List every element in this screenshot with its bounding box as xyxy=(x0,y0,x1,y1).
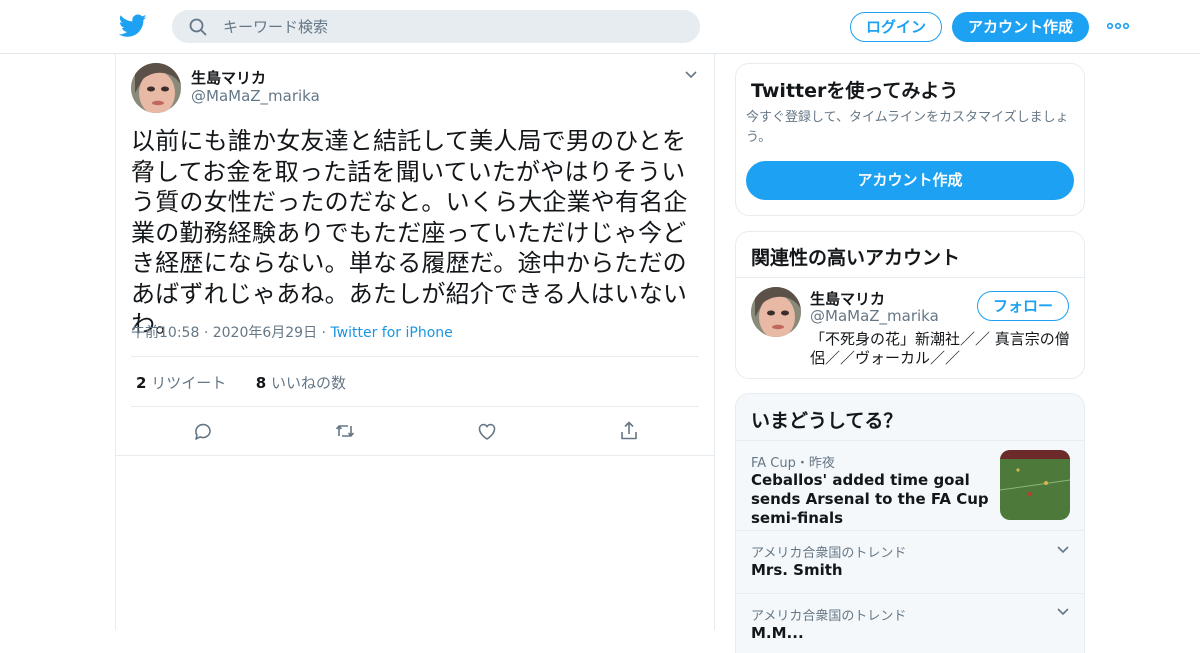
more-options-icon[interactable] xyxy=(1107,22,1129,30)
chevron-down-icon[interactable] xyxy=(1056,545,1070,555)
retweet-count: 2 xyxy=(136,374,147,392)
trend-title: Ceballos' added time goal sends Arsenal … xyxy=(751,471,989,527)
account-handle[interactable]: @MaMaZ_marika xyxy=(810,307,939,325)
divider xyxy=(736,593,1084,594)
trend-meta: アメリカ合衆国のトレンド xyxy=(751,546,907,561)
tweet-actions xyxy=(116,406,714,456)
signup-button[interactable]: アカウント作成 xyxy=(952,12,1089,42)
search-input[interactable] xyxy=(223,11,683,42)
tweet-metadata: 午前10:58 · 2020年6月29日 · Twitter for iPhon… xyxy=(131,322,453,342)
tweet-stats: 2 リツイート 8 いいねの数 xyxy=(136,372,346,393)
signup-card-button[interactable]: アカウント作成 xyxy=(746,161,1074,200)
retweet-stat[interactable]: 2 リツイート xyxy=(136,374,226,392)
relevant-accounts-card: 関連性の高いアカウント 生島マリカ @MaMaZ_marika フォロー 「不死… xyxy=(735,231,1085,379)
relevant-accounts-title: 関連性の高いアカウント xyxy=(751,247,961,269)
separator-dot: · xyxy=(203,325,213,341)
account-bio: 「不死身の花」新潮社／／ 真言宗の僧侶／／ヴォーカル／／ xyxy=(810,330,1070,367)
trend-title: M.M... xyxy=(751,624,804,642)
tweet-date[interactable]: 2020年6月29日 xyxy=(213,325,317,341)
signup-card-title: Twitterを使ってみよう xyxy=(751,80,959,102)
reply-icon[interactable] xyxy=(191,419,215,443)
tweet-column: 生島マリカ @MaMaZ_marika 以前にも誰か女友達と結託して美人局で男の… xyxy=(115,54,715,630)
author-handle[interactable]: @MaMaZ_marika xyxy=(191,87,320,105)
trends-card: いまどうしてる？ FA Cup・昨夜 Ceballos' added time … xyxy=(735,393,1085,653)
divider xyxy=(131,356,699,357)
like-count: 8 xyxy=(255,374,267,392)
trends-title: いまどうしてる？ xyxy=(751,410,903,432)
tweet-source-link[interactable]: Twitter for iPhone xyxy=(330,325,452,341)
like-stat[interactable]: 8 いいねの数 xyxy=(256,374,346,392)
trend-title: Mrs. Smith xyxy=(751,561,843,579)
search-icon xyxy=(189,18,207,36)
account-avatar[interactable] xyxy=(751,287,801,337)
trend-thumbnail-image xyxy=(1000,450,1070,520)
author-display-name[interactable]: 生島マリカ xyxy=(191,67,266,88)
search-box[interactable] xyxy=(172,10,700,43)
follow-button[interactable]: フォロー xyxy=(977,291,1069,321)
chevron-down-icon[interactable] xyxy=(684,70,698,80)
signup-card: Twitterを使ってみよう 今すぐ登録して、タイムラインをカスタマイズしましょ… xyxy=(735,63,1085,216)
like-stat-label: いいねの数 xyxy=(271,374,347,392)
divider xyxy=(736,530,1084,531)
retweet-stat-label: リツイート xyxy=(151,374,227,392)
tweet-time[interactable]: 午前10:58 xyxy=(131,325,199,341)
divider xyxy=(736,277,1084,278)
retweet-icon[interactable] xyxy=(333,419,357,443)
divider xyxy=(736,440,1084,441)
signup-card-subtitle: 今すぐ登録して、タイムラインをカスタマイズしましょう。 xyxy=(746,110,1069,145)
account-name[interactable]: 生島マリカ xyxy=(810,288,885,309)
divider xyxy=(116,455,714,456)
chevron-down-icon[interactable] xyxy=(1056,607,1070,617)
trend-meta: アメリカ合衆国のトレンド xyxy=(751,609,907,624)
heart-icon[interactable] xyxy=(475,419,499,443)
tweet-text: 以前にも誰か女友達と結託して美人局で男のひとを脅してお金を取った話を聞いていたが… xyxy=(131,127,688,338)
twitter-logo-icon[interactable] xyxy=(119,13,147,39)
top-navigation-bar: ログイン アカウント作成 xyxy=(0,0,1200,54)
trend-meta: FA Cup・昨夜 xyxy=(751,456,835,471)
share-icon[interactable] xyxy=(617,419,641,443)
login-button[interactable]: ログイン xyxy=(850,12,942,42)
author-avatar[interactable] xyxy=(131,63,181,113)
